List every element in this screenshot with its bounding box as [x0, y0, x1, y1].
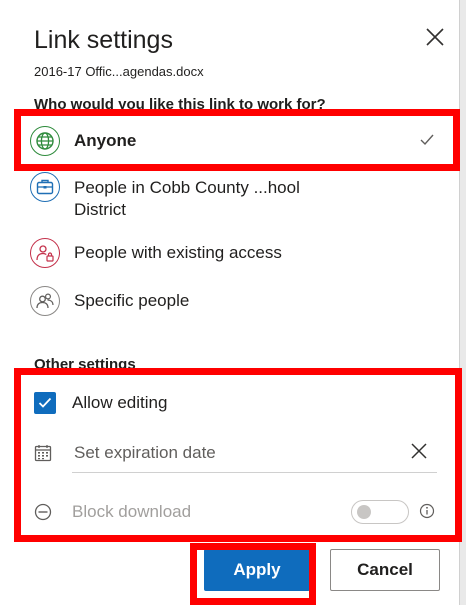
toggle-knob	[357, 505, 371, 519]
allow-editing-label: Allow editing	[72, 393, 168, 412]
people-lock-icon	[30, 238, 60, 268]
option-label: People in Cobb County ...hool District	[74, 178, 300, 219]
file-name: 2016-17 Offic...agendas.docx	[34, 64, 204, 79]
expiration-date-placeholder: Set expiration date	[74, 443, 216, 462]
allow-editing-checkbox[interactable]	[34, 392, 56, 414]
info-icon[interactable]	[419, 503, 435, 519]
globe-icon	[30, 126, 60, 156]
calendar-icon	[34, 445, 52, 462]
option-label: People with existing access	[74, 243, 282, 262]
other-settings-heading: Other settings	[34, 356, 136, 369]
checkmark-icon	[420, 134, 434, 146]
option-existing-access[interactable]: People with existing access	[30, 236, 445, 270]
clear-date-icon[interactable]	[409, 441, 429, 461]
dialog-title: Link settings	[34, 26, 173, 54]
link-settings-dialog: Link settings 2016-17 Offic...agendas.do…	[0, 0, 460, 605]
option-anyone[interactable]: Anyone	[30, 124, 445, 158]
people-icon	[30, 286, 60, 316]
cancel-button[interactable]: Cancel	[330, 549, 440, 591]
organization-icon	[30, 172, 60, 202]
expiration-underline	[72, 472, 437, 473]
option-specific-people[interactable]: Specific people	[30, 284, 445, 318]
option-label: Specific people	[74, 291, 190, 310]
option-organization[interactable]: People in Cobb County ...hool District	[30, 172, 445, 224]
block-download-toggle[interactable]	[351, 500, 409, 524]
allow-editing-setting[interactable]: Allow editing	[34, 390, 439, 416]
expiration-date-field[interactable]: Set expiration date	[34, 438, 439, 468]
audience-heading: Who would you like this link to work for…	[34, 96, 326, 109]
block-download-setting: Block download	[34, 498, 439, 526]
block-icon	[34, 503, 52, 521]
block-download-label: Block download	[72, 502, 192, 521]
apply-button[interactable]: Apply	[204, 549, 310, 591]
close-icon[interactable]	[422, 24, 448, 50]
option-label: Anyone	[74, 131, 137, 150]
